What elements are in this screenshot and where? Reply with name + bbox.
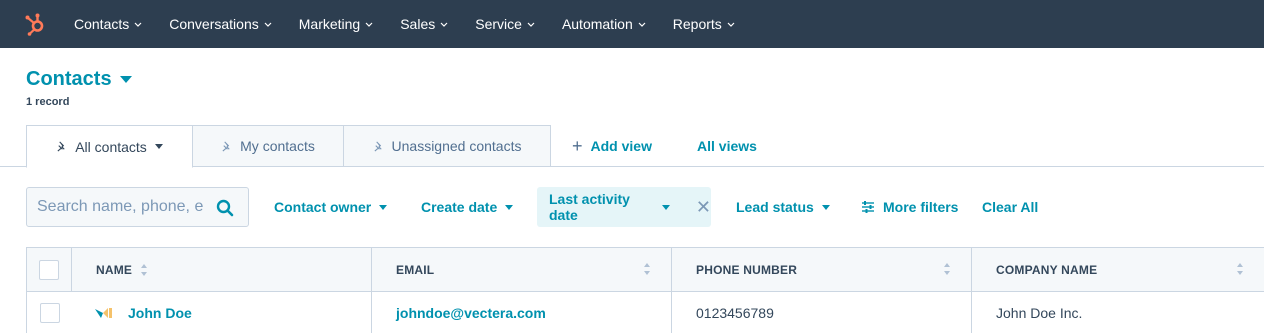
chevron-down-icon — [134, 22, 142, 27]
caret-down-icon — [379, 204, 388, 210]
chevron-down-icon — [264, 22, 272, 27]
nav-item-label: Marketing — [298, 16, 361, 32]
more-filters-button[interactable]: More filters — [861, 187, 958, 227]
nav-item-conversations[interactable]: Conversations — [169, 16, 273, 32]
last-activity-date-filter[interactable]: Last activity date ✕ — [537, 187, 711, 227]
page-header: Contacts 1 record — [26, 68, 132, 108]
plus-icon: + — [572, 135, 583, 156]
tab-my-contacts[interactable]: My contacts — [192, 125, 344, 167]
tab-label: Unassigned contacts — [391, 138, 522, 154]
tab-unassigned-contacts[interactable]: Unassigned contacts — [343, 125, 551, 167]
table-row: John Doe johndoe@vectera.com 0123456789 … — [26, 292, 1264, 333]
column-label: COMPANY NAME — [996, 262, 1098, 277]
nav-item-sales[interactable]: Sales — [400, 16, 449, 32]
record-count: 1 record — [26, 96, 70, 108]
row-select-cell — [27, 292, 72, 333]
nav-item-label: Reports — [672, 16, 722, 32]
chevron-down-icon — [365, 22, 373, 27]
nav-item-label: Contacts — [74, 16, 130, 32]
filter-label: Lead status — [736, 199, 814, 215]
all-views-link[interactable]: All views — [697, 125, 757, 167]
search-input[interactable] — [27, 198, 207, 216]
close-icon[interactable]: ✕ — [696, 197, 711, 218]
caret-down-icon — [154, 144, 163, 149]
contacts-table: NAME EMAIL PHONE NUMBER COMPANY NAME Joh… — [26, 247, 1264, 333]
sort-icon — [1237, 263, 1243, 275]
page-title: Contacts — [26, 68, 112, 90]
chevron-down-icon — [727, 22, 735, 27]
row-checkbox[interactable] — [39, 302, 60, 323]
nav-item-automation[interactable]: Automation — [562, 16, 647, 32]
column-label: PHONE NUMBER — [696, 262, 798, 277]
pin-icon — [222, 141, 230, 152]
contact-phone: 0123456789 — [696, 304, 774, 321]
create-date-filter[interactable]: Create date — [421, 187, 514, 227]
filter-label: Last activity date — [549, 191, 630, 223]
caret-down-icon — [505, 204, 514, 210]
clear-all-button[interactable]: Clear All — [982, 187, 1038, 227]
search-box — [26, 187, 249, 227]
nav-item-reports[interactable]: Reports — [673, 16, 736, 32]
nav-item-label: Service — [475, 16, 522, 32]
column-label: NAME — [96, 262, 133, 277]
tab-label: My contacts — [240, 138, 315, 154]
sort-icon — [944, 263, 950, 275]
nav-item-label: Automation — [561, 16, 633, 32]
sliders-icon — [862, 201, 874, 213]
add-view-label: Add view — [590, 138, 652, 154]
top-navigation: Contacts Conversations Marketing Sales S… — [0, 0, 1264, 48]
search-icon[interactable] — [216, 199, 234, 217]
caret-down-icon — [661, 204, 670, 210]
contact-company: John Doe Inc. — [996, 304, 1083, 321]
contact-email-link[interactable]: johndoe@vectera.com — [396, 305, 546, 321]
page-title-dropdown[interactable]: Contacts — [26, 68, 132, 91]
caret-down-icon — [821, 204, 830, 210]
chevron-down-icon — [527, 22, 535, 27]
tab-label: All contacts — [75, 138, 147, 155]
column-label: EMAIL — [396, 262, 435, 277]
lead-status-filter[interactable]: Lead status — [736, 187, 830, 227]
filter-label: Contact owner — [274, 199, 372, 215]
table-header: NAME EMAIL PHONE NUMBER COMPANY NAME — [26, 247, 1264, 292]
column-header-email[interactable]: EMAIL — [372, 248, 672, 291]
add-view-button[interactable]: + Add view — [572, 125, 652, 167]
select-all-checkbox[interactable] — [39, 259, 59, 280]
phone-cell: 0123456789 — [672, 292, 972, 333]
pin-icon — [373, 141, 382, 152]
filter-label: Create date — [421, 199, 498, 215]
email-cell: johndoe@vectera.com — [372, 292, 672, 333]
column-header-phone-number[interactable]: PHONE NUMBER — [672, 248, 972, 291]
hubspot-logo-icon[interactable] — [0, 0, 70, 48]
chevron-down-icon — [638, 22, 646, 27]
pin-icon — [57, 141, 65, 152]
caret-down-icon — [119, 76, 132, 83]
column-header-company-name[interactable]: COMPANY NAME — [972, 248, 1264, 291]
name-cell: John Doe — [72, 292, 372, 333]
nav-item-service[interactable]: Service — [475, 16, 536, 32]
company-cell: John Doe Inc. — [972, 292, 1264, 333]
view-tabs-bar: All contacts My contacts Unassigned cont… — [0, 125, 1264, 168]
column-header-name[interactable]: NAME — [72, 248, 372, 291]
nav-item-contacts[interactable]: Contacts — [74, 16, 143, 32]
more-filters-label: More filters — [883, 199, 959, 215]
company-logo-icon — [95, 307, 112, 318]
header-select-cell — [27, 248, 72, 291]
sort-icon — [644, 263, 650, 275]
nav-item-label: Conversations — [169, 16, 259, 32]
contact-name-link[interactable]: John Doe — [128, 305, 192, 321]
nav-menu: Contacts Conversations Marketing Sales S… — [74, 0, 762, 48]
nav-item-label: Sales — [400, 16, 436, 32]
chevron-down-icon — [440, 22, 448, 27]
nav-item-marketing[interactable]: Marketing — [299, 16, 374, 32]
tab-all-contacts[interactable]: All contacts — [26, 125, 193, 168]
sort-icon — [141, 263, 148, 276]
contact-owner-filter[interactable]: Contact owner — [274, 187, 388, 227]
